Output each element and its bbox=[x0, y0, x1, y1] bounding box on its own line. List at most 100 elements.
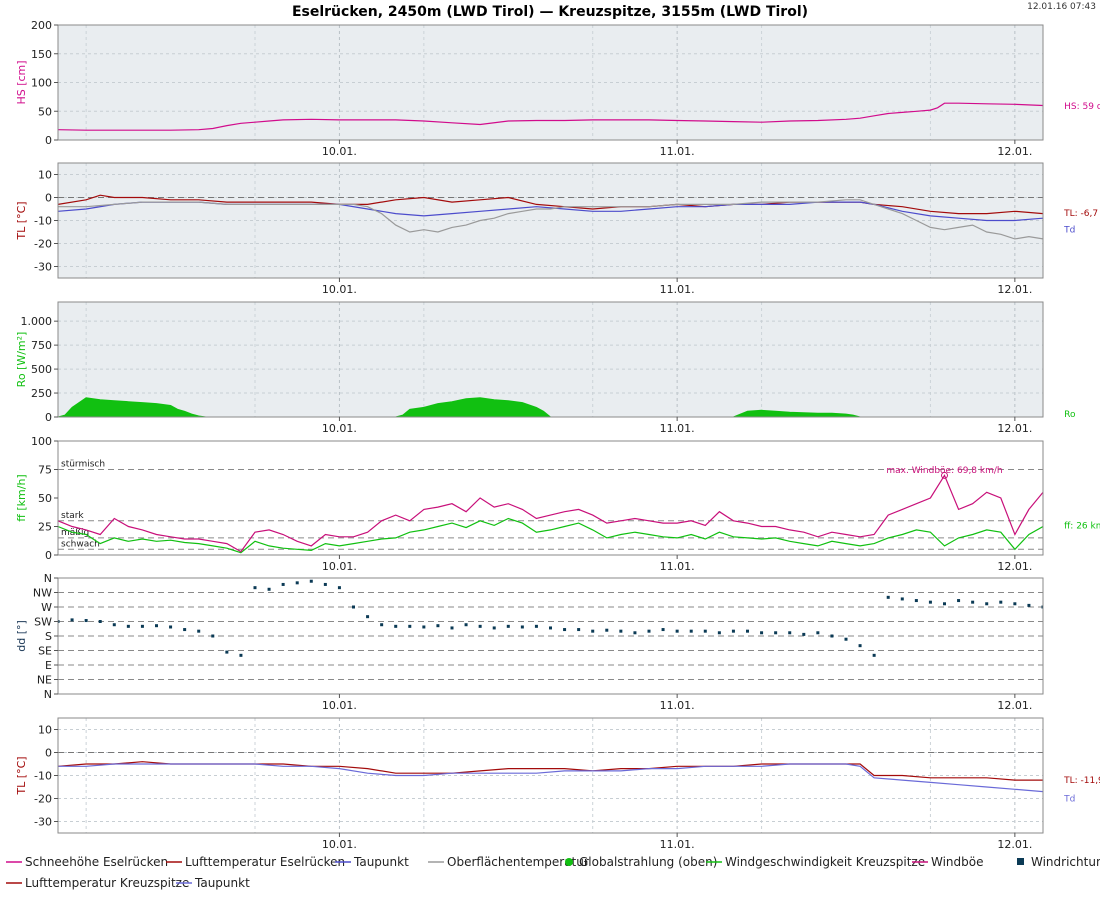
y-tick-label: 0 bbox=[45, 134, 52, 147]
direction-point bbox=[717, 631, 721, 635]
y-tick-label: NW bbox=[33, 587, 52, 600]
y-tick-label: N bbox=[44, 572, 52, 585]
direction-point bbox=[591, 629, 595, 633]
y-tick-label: 50 bbox=[38, 105, 52, 118]
y-tick-label: -10 bbox=[34, 215, 52, 228]
y-tick-label: SE bbox=[38, 645, 52, 658]
direction-point bbox=[337, 586, 341, 590]
legend-swatch bbox=[565, 858, 573, 866]
direction-point bbox=[422, 625, 426, 629]
chart-panels: HS: 59 cm050100150200HS [cm]10.01.11.01.… bbox=[15, 19, 1100, 851]
x-tick-label: 12.01. bbox=[997, 699, 1032, 712]
panel-radiation: Ro 0 250 500 750 1.000 Ro [W/m²] 10.01. 11.01. 12… bbox=[15, 301, 1076, 435]
y-tick-label: 1.000 bbox=[21, 315, 53, 328]
panel-temp2: TL: -11,9 °C Td 10 0 -10 -20 -30 TL [°C] 10.01. 1… bbox=[15, 717, 1100, 851]
x-tick-label: 11.01. bbox=[660, 699, 695, 712]
direction-point bbox=[352, 605, 355, 609]
y-tick-label: 10 bbox=[38, 169, 52, 182]
direction-point bbox=[802, 632, 806, 636]
direction-point bbox=[858, 644, 862, 648]
x-tick-label: 12.01. bbox=[997, 145, 1032, 158]
x-tick-label: 10.01. bbox=[322, 283, 357, 296]
legend-label: Schneehöhe Eselrücken bbox=[25, 855, 168, 869]
direction-point bbox=[788, 631, 792, 635]
y-axis-label: HS [cm] bbox=[15, 60, 28, 104]
y-tick-label: 25 bbox=[38, 521, 52, 534]
y-tick-label: E bbox=[45, 659, 52, 672]
timestamp: 12.01.16 07:43 bbox=[1027, 2, 1096, 12]
direction-point bbox=[70, 618, 74, 622]
y-tick-label: -10 bbox=[34, 770, 52, 783]
x-tick-label: 11.01. bbox=[660, 145, 695, 158]
direction-point bbox=[914, 599, 918, 603]
direction-point bbox=[605, 628, 609, 632]
direction-point bbox=[999, 600, 1003, 604]
legend-label: Taupunkt bbox=[194, 876, 250, 890]
y-tick-label: 500 bbox=[31, 363, 52, 376]
direction-point bbox=[943, 602, 946, 606]
annotation: ff: 26 km/h bbox=[1064, 521, 1100, 531]
direction-point bbox=[774, 631, 778, 635]
legend-item: Windgeschwindigkeit Kreuzspitze bbox=[706, 855, 925, 869]
annotation: Ro bbox=[1064, 410, 1076, 420]
direction-point bbox=[830, 634, 834, 638]
x-tick-label: 10.01. bbox=[322, 838, 357, 851]
annotation: HS: 59 cm bbox=[1064, 102, 1100, 112]
x-tick-label: 12.01. bbox=[997, 422, 1032, 435]
plot-area bbox=[58, 302, 1043, 417]
x-tick-label: 11.01. bbox=[660, 422, 695, 435]
direction-point bbox=[450, 626, 454, 630]
y-tick-label: 10 bbox=[38, 724, 52, 737]
direction-point bbox=[253, 586, 257, 590]
threshold-label: stark bbox=[61, 511, 84, 521]
direction-point bbox=[478, 624, 482, 628]
y-axis-label: ff [km/h] bbox=[15, 474, 28, 521]
y-tick-label: NE bbox=[37, 674, 52, 687]
direction-point bbox=[577, 628, 581, 632]
legend-item: Windrichtung bbox=[1017, 855, 1100, 869]
legend-item: Oberflächentemperatur bbox=[428, 855, 589, 869]
x-tick-label: 11.01. bbox=[660, 283, 695, 296]
direction-point bbox=[112, 623, 116, 627]
panel-snow: HS: 59 cm 0 50 100 150 200 HS [cm] 10.01. 11.01.… bbox=[15, 19, 1100, 158]
direction-point bbox=[436, 624, 440, 628]
direction-point bbox=[84, 619, 88, 623]
panel-temp1: TL: -6,7 °C Td 10 0 -10 -20 -30 TL [°C] 10.01. 11… bbox=[15, 162, 1100, 296]
x-tick-label: 11.01. bbox=[660, 560, 695, 573]
y-axis-label: dd [°] bbox=[15, 620, 28, 652]
y-tick-label: 750 bbox=[31, 339, 52, 352]
direction-point bbox=[1027, 603, 1031, 607]
direction-point bbox=[661, 628, 665, 632]
y-tick-label: 75 bbox=[38, 464, 52, 477]
y-tick-label: N bbox=[44, 688, 52, 701]
direction-point bbox=[323, 582, 327, 586]
direction-point bbox=[239, 653, 243, 657]
direction-point bbox=[506, 624, 510, 628]
direction-point bbox=[928, 600, 932, 604]
direction-point bbox=[675, 629, 679, 633]
direction-point bbox=[295, 581, 299, 585]
direction-point bbox=[900, 597, 904, 601]
y-tick-label: 200 bbox=[31, 19, 52, 32]
direction-point bbox=[155, 624, 158, 628]
direction-point bbox=[816, 631, 820, 635]
y-tick-label: -30 bbox=[34, 261, 52, 274]
direction-point bbox=[394, 624, 398, 628]
chart-title: Eselrücken, 2450m (LWD Tirol) — Kreuzspi… bbox=[292, 4, 808, 20]
direction-point bbox=[140, 624, 144, 628]
direction-point bbox=[971, 600, 975, 604]
y-tick-label: 0 bbox=[45, 549, 52, 562]
legend-label: Taupunkt bbox=[353, 855, 409, 869]
direction-point bbox=[760, 631, 764, 635]
legend-item: Lufttemperatur Kreuzspitze bbox=[6, 876, 189, 890]
legend-item: Taupunkt bbox=[335, 855, 409, 869]
direction-point bbox=[520, 625, 524, 629]
x-tick-label: 12.01. bbox=[997, 560, 1032, 573]
direction-point bbox=[309, 579, 313, 583]
legend-swatch bbox=[1017, 858, 1024, 865]
legend-item: Globalstrahlung (oben) bbox=[565, 855, 717, 869]
x-tick-label: 10.01. bbox=[322, 145, 357, 158]
y-tick-label: 50 bbox=[38, 492, 52, 505]
y-axis-label: TL [°C] bbox=[15, 201, 28, 240]
direction-point bbox=[844, 637, 848, 641]
